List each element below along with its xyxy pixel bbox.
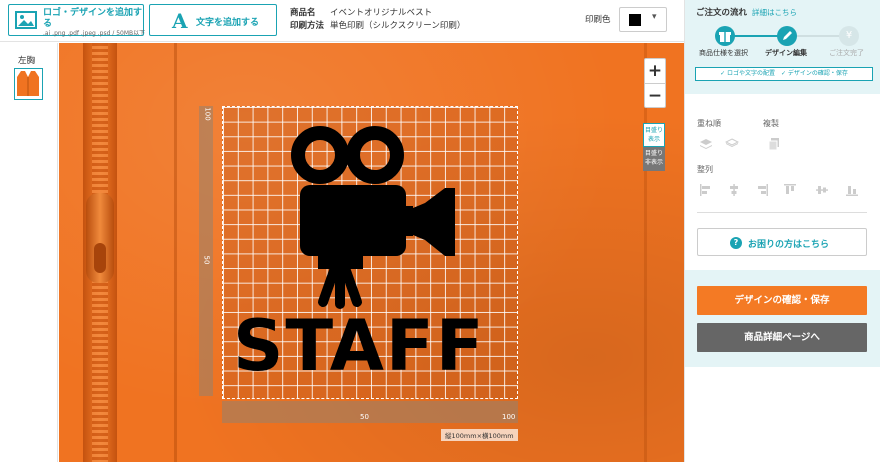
align-middle-icon[interactable] xyxy=(815,183,829,197)
bring-forward-icon[interactable] xyxy=(699,137,713,151)
print-color-select[interactable]: ▾ xyxy=(619,7,667,32)
grid-toggle: 目盛り表示 目盛り非表示 xyxy=(643,123,665,171)
product-info: 商品名 イベントオリジナルベスト 印刷方法 単色印刷（シルクスクリーン印刷） xyxy=(290,7,465,33)
ruler-left-top: 100 xyxy=(203,107,212,121)
zoom-out-button[interactable]: − xyxy=(645,84,665,108)
grid-show-button[interactable]: 目盛り表示 xyxy=(643,123,665,147)
align-left-icon[interactable] xyxy=(699,183,713,197)
question-icon: ? xyxy=(730,237,742,249)
ruler-bottom-mid: 50 xyxy=(360,413,369,421)
text-a-icon: A xyxy=(172,9,188,33)
product-name-key: 商品名 xyxy=(290,8,316,18)
layer-order-label: 重ね順 xyxy=(697,119,721,128)
order-flow: ご注文の流れ 詳細はこちら ¥ 商品仕様を選択 デザイン編集 ご注文完了 ✓ ロ… xyxy=(685,0,880,94)
ruler-bottom-end: 100 xyxy=(502,413,516,421)
ruler-left-mid: 50 xyxy=(202,255,211,265)
add-logo-design-button[interactable]: ロゴ・デザインを追加する .ai .png .pdf .jpeg .psd / … xyxy=(8,4,146,37)
image-upload-icon xyxy=(15,11,37,29)
zoom-controls: + − xyxy=(644,58,666,108)
dimension-label: 縦100mm×横100mm xyxy=(441,429,518,441)
gift-icon xyxy=(715,26,735,46)
print-color-label: 印刷色 xyxy=(585,15,611,25)
design-text-staff[interactable]: STAFF xyxy=(233,311,513,381)
align-bottom-icon[interactable] xyxy=(845,183,859,197)
vest-icon xyxy=(17,71,39,96)
design-substeps: ✓ ロゴや文字の配置 ✓ デザインの確認・保存 xyxy=(695,67,873,81)
placement-label: 左胸 xyxy=(18,56,36,66)
tools-divider xyxy=(697,212,867,213)
ruler-vertical: 100 50 xyxy=(199,106,213,396)
vest-seam xyxy=(174,43,177,462)
upload-formats-text: .ai .png .pdf .jpeg .psd / 50MB以下 xyxy=(43,30,146,37)
placement-thumbnail-left-chest[interactable] xyxy=(14,68,43,100)
print-method-key: 印刷方法 xyxy=(290,21,325,31)
print-method: 単色印刷（シルクスクリーン印刷） xyxy=(330,21,466,31)
order-flow-title: ご注文の流れ xyxy=(696,8,748,18)
top-toolbar: ロゴ・デザインを追加する .ai .png .pdf .jpeg .psd / … xyxy=(0,0,684,42)
design-canvas[interactable]: 100 50 50 100 STAFF 縦100mm×横100mm + − 目盛… xyxy=(59,43,684,462)
ruler-horizontal: 50 100 xyxy=(222,401,518,423)
chevron-down-icon: ▾ xyxy=(652,12,657,22)
yen-icon: ¥ xyxy=(839,26,859,46)
confirm-save-design-button[interactable]: デザインの確認・保存 xyxy=(697,286,867,315)
align-label: 整列 xyxy=(697,165,713,174)
duplicate-icon[interactable] xyxy=(767,137,781,151)
step-2-label: デザイン編集 xyxy=(765,49,807,57)
product-detail-page-button[interactable]: 商品詳細ページへ xyxy=(697,323,867,352)
zoom-in-button[interactable]: + xyxy=(645,59,665,83)
print-color-swatch xyxy=(629,14,641,26)
step-3-label: ご注文完了 xyxy=(829,49,864,57)
actions-area xyxy=(685,270,880,367)
order-flow-help-link[interactable]: 詳細はこちら xyxy=(752,7,797,18)
placement-sidebar: 左胸 xyxy=(0,43,58,462)
add-text-button[interactable]: A 文字を追加する xyxy=(149,4,277,36)
product-name: イベントオリジナルベスト xyxy=(330,8,433,18)
grid-hide-button[interactable]: 目盛り非表示 xyxy=(643,147,665,171)
zipper-pull-hole xyxy=(94,243,106,273)
duplicate-label: 複製 xyxy=(763,119,779,128)
order-steps: ¥ xyxy=(715,26,859,46)
pencil-icon xyxy=(777,26,797,46)
add-logo-design-label: ロゴ・デザインを追加する xyxy=(43,8,143,29)
send-backward-icon[interactable] xyxy=(725,137,739,151)
help-button[interactable]: ? お困りの方はこちら xyxy=(697,228,867,256)
help-button-label: お困りの方はこちら xyxy=(748,240,830,250)
align-top-icon[interactable] xyxy=(783,183,797,197)
add-text-label: 文字を追加する xyxy=(196,18,260,28)
align-center-icon[interactable] xyxy=(727,183,741,197)
right-panel: ご注文の流れ 詳細はこちら ¥ 商品仕様を選択 デザイン編集 ご注文完了 ✓ ロ… xyxy=(684,0,880,462)
align-right-icon[interactable] xyxy=(755,183,769,197)
step-1-label: 商品仕様を選択 xyxy=(699,49,748,57)
